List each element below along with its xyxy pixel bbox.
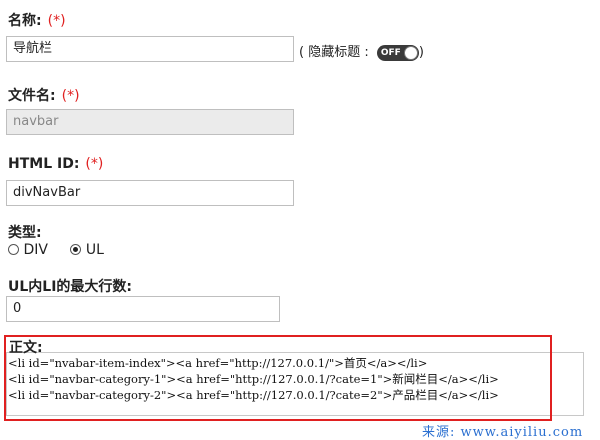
html-id-label: HTML ID: (*): [8, 156, 103, 172]
name-label: 名称: (*): [8, 10, 66, 30]
code-line: <li id="nvabar-item-index"><a href="http…: [8, 356, 428, 370]
type-option-ul[interactable]: UL: [70, 242, 104, 258]
body-code-lines: <li id="nvabar-item-index"><a href="http…: [8, 355, 499, 403]
code-line: <li id="navbar-category-2"><a href="http…: [8, 388, 499, 402]
max-rows-input[interactable]: 0: [6, 296, 280, 322]
code-line: <li id="navbar-category-1"><a href="http…: [8, 372, 499, 386]
name-input[interactable]: 导航栏: [6, 36, 294, 62]
filename-label-text: 文件名:: [8, 88, 56, 104]
filename-input: navbar: [6, 109, 294, 135]
filename-label: 文件名: (*): [8, 85, 80, 105]
required-mark: (*): [47, 13, 66, 29]
hide-title-toggle[interactable]: OFF: [376, 44, 419, 61]
max-rows-label: UL内LI的最大行数:: [8, 279, 133, 295]
hide-title-label: ( 隐藏标题 :: [299, 45, 369, 60]
type-option-ul-label: UL: [85, 242, 104, 258]
type-option-div[interactable]: DIV: [8, 242, 52, 258]
hide-title-option: ( 隐藏标题 : OFF ): [299, 41, 424, 61]
toggle-knob: [403, 45, 418, 60]
required-mark: (*): [61, 88, 80, 104]
name-label-text: 名称:: [8, 13, 42, 29]
type-label: 类型:: [8, 225, 42, 241]
toggle-state-text: OFF: [380, 47, 401, 58]
body-label: 正文:: [9, 340, 43, 356]
type-radio-group: DIV UL: [8, 242, 104, 258]
hide-title-close-paren: ): [418, 45, 424, 60]
type-option-div-label: DIV: [23, 242, 48, 258]
source-watermark: 来源: www.aiyiliu.com: [422, 425, 584, 440]
required-mark: (*): [85, 156, 104, 172]
html-id-label-text: HTML ID:: [8, 156, 80, 172]
html-id-input[interactable]: divNavBar: [6, 180, 294, 206]
radio-div-icon[interactable]: [8, 244, 19, 255]
radio-ul-icon[interactable]: [70, 244, 82, 255]
